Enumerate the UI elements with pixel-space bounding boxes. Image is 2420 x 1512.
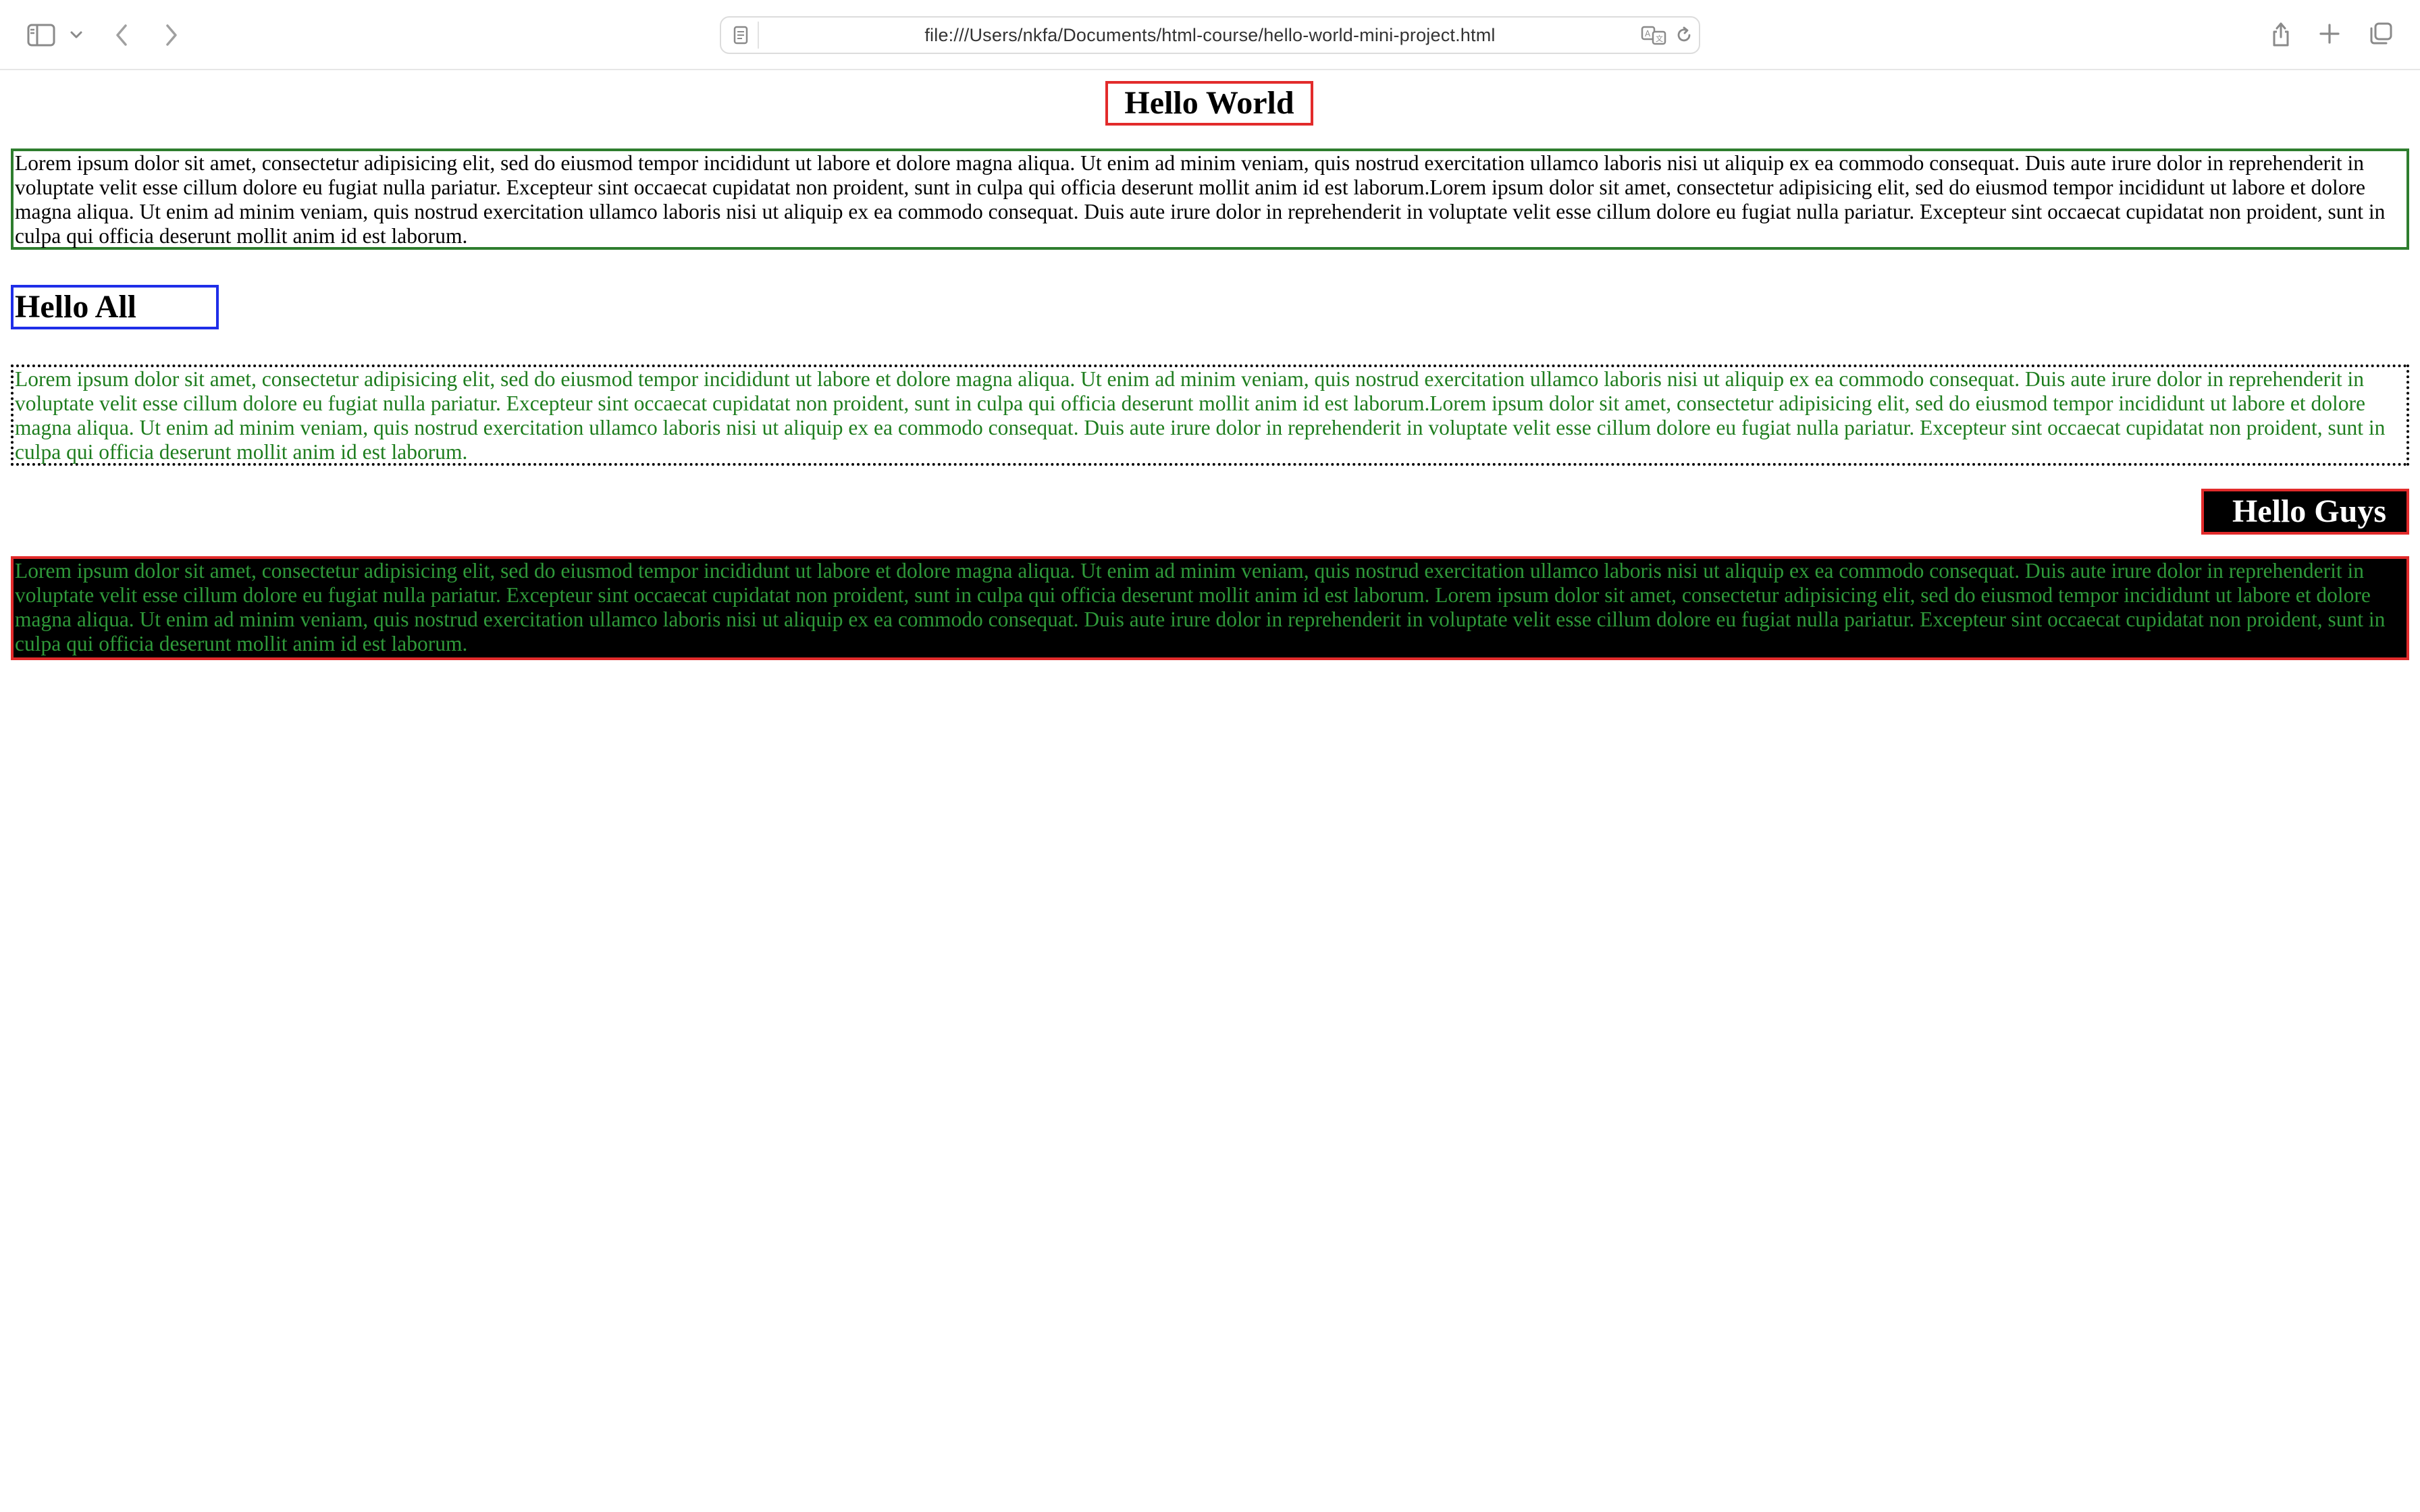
sidebar-icon[interactable] [24,20,58,50]
heading-hello-all: Hello All [11,285,219,329]
chevron-down-icon[interactable] [66,27,86,43]
paragraph-black-background: Lorem ipsum dolor sit amet, consectetur … [11,556,2409,660]
svg-text:A: A [1645,29,1651,38]
address-bar[interactable]: file:///Users/nkfa/Documents/html-course… [720,16,1700,54]
svg-text:文: 文 [1656,34,1663,43]
forward-icon[interactable] [158,20,185,50]
browser-toolbar: file:///Users/nkfa/Documents/html-course… [0,0,2420,70]
new-tab-icon[interactable] [2316,20,2343,47]
url-text[interactable]: file:///Users/nkfa/Documents/html-course… [721,18,1699,53]
heading-hello-guys: Hello Guys [2201,489,2409,535]
reload-icon[interactable] [1672,23,1696,47]
heading-hello-world: Hello World [1105,81,1313,126]
paragraph-dotted-border: Lorem ipsum dolor sit amet, consectetur … [11,364,2409,466]
paragraph-green-border: Lorem ipsum dolor sit amet, consectetur … [11,148,2409,250]
translate-icon[interactable]: A文 [1639,23,1669,47]
tabs-overview-icon[interactable] [2367,20,2394,47]
back-icon[interactable] [108,20,135,50]
share-icon[interactable] [2267,16,2294,51]
page-content: Hello World Lorem ipsum dolor sit amet, … [0,70,2420,1512]
